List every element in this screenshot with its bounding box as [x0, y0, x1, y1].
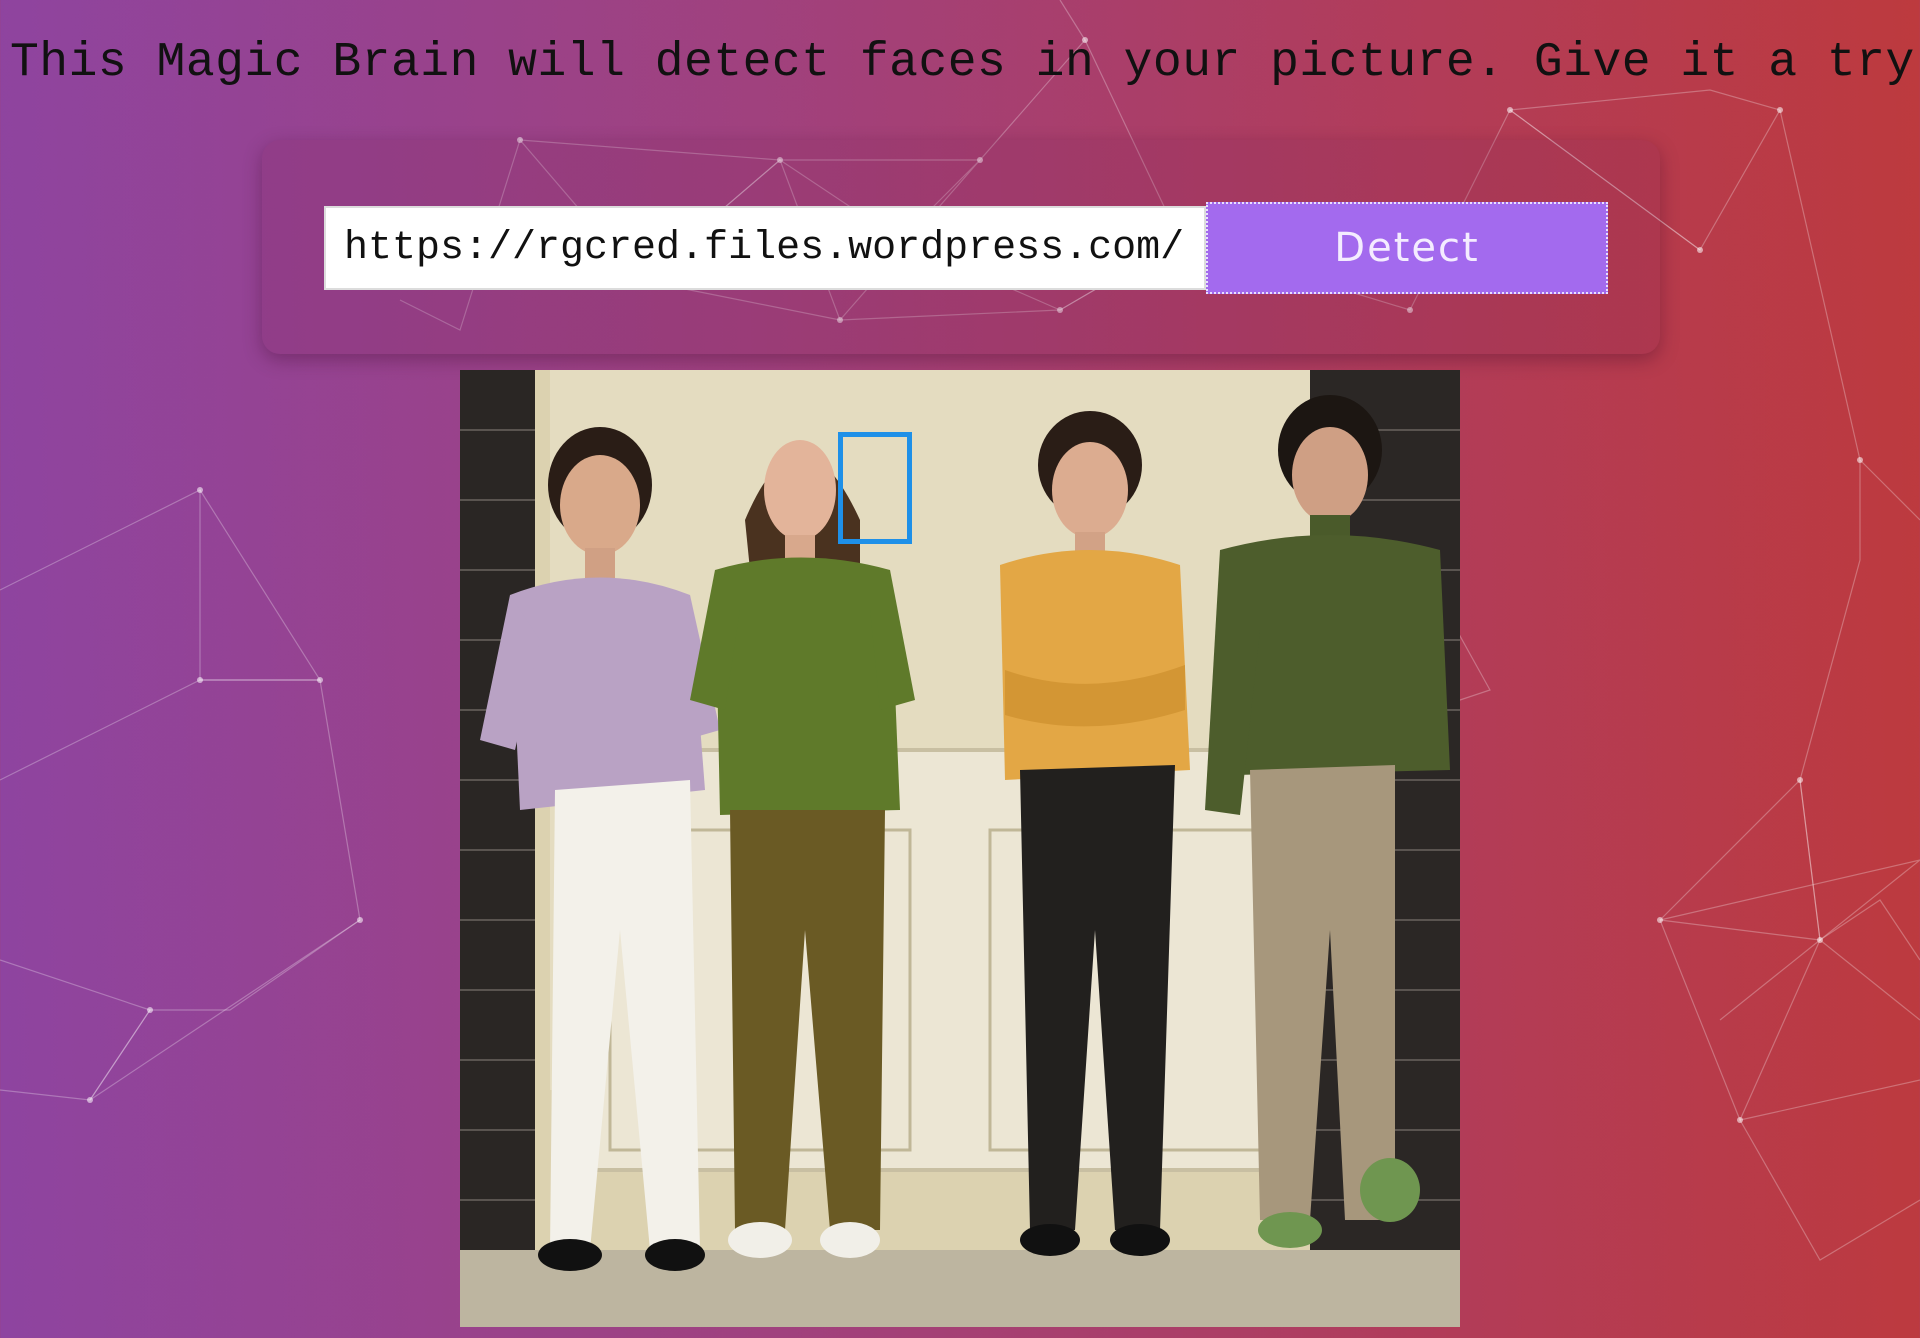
image-url-form: Detect: [262, 140, 1660, 354]
detect-button[interactable]: Detect: [1206, 202, 1608, 294]
image-url-input[interactable]: [324, 206, 1206, 290]
uploaded-photo: [460, 370, 1460, 1327]
page-headline: This Magic Brain will detect faces in yo…: [10, 36, 1920, 90]
face-bounding-box: [838, 432, 912, 544]
group-photo-illustration: [460, 370, 1460, 1327]
